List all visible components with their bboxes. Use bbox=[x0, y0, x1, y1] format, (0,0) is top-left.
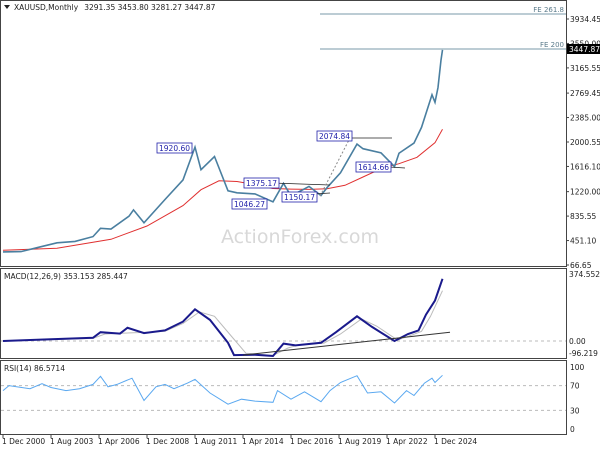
y-tick-label: 2385.00 bbox=[570, 114, 600, 123]
x-tick-label: 1 Dec 2016 bbox=[290, 437, 333, 446]
chart-title: XAUUSD,Monthly 3291.35 3453.80 3281.27 34… bbox=[14, 3, 216, 12]
watermark: ActionForex.com bbox=[221, 226, 379, 248]
rsi-line bbox=[2, 374, 443, 405]
chart-window: ActionForex.com XAUUSD,Monthly 3291.35 34… bbox=[0, 0, 600, 450]
macd-y-tick-label: 0.00 bbox=[569, 337, 586, 346]
x-tick-label: 1 Apr 2022 bbox=[386, 437, 428, 446]
y-tick-label: 3934.45 bbox=[570, 15, 600, 24]
y-tick-label: 1616.10 bbox=[570, 162, 600, 171]
price-annotation-label: 2074.84 bbox=[319, 132, 350, 141]
price-line bbox=[2, 49, 444, 253]
x-tick-label: 1 Apr 2014 bbox=[242, 437, 284, 446]
rsi-y-tick-label: 0 bbox=[570, 425, 575, 434]
rsi-title: RSI(14) 86.5714 bbox=[4, 364, 65, 373]
macd-title: MACD(12,26,9) 353.153 285.447 bbox=[4, 272, 128, 281]
y-tick-label: 66.65 bbox=[570, 261, 592, 270]
price-annotation-label: 1150.17 bbox=[284, 193, 315, 202]
x-tick-label: 1 Aug 2019 bbox=[338, 437, 381, 446]
fibonacci-level-label: FE 261.8 bbox=[533, 6, 564, 14]
x-tick-label: 1 Dec 2000 bbox=[2, 437, 45, 446]
macd-y-tick-label: 374.552 bbox=[569, 270, 600, 279]
rsi-y-tick-label: 100 bbox=[570, 363, 585, 372]
macd-line bbox=[2, 278, 444, 358]
price-annotation-label: 1375.17 bbox=[246, 179, 277, 188]
rsi-panel-frame bbox=[0, 360, 567, 435]
current-price-label: 3447.87 bbox=[569, 45, 600, 54]
x-tick-label: 1 Apr 2006 bbox=[98, 437, 140, 446]
x-tick-label: 1 Dec 2024 bbox=[434, 437, 477, 446]
y-tick-label: 3165.55 bbox=[570, 64, 600, 73]
price-annotation-label: 1046.27 bbox=[234, 200, 265, 209]
price-annotation-label: 1920.60 bbox=[159, 144, 190, 153]
collapse-triangle-icon[interactable] bbox=[4, 5, 10, 9]
x-tick-label: 1 Aug 2011 bbox=[194, 437, 237, 446]
rsi-y-tick-label: 70 bbox=[570, 382, 580, 391]
x-tick-label: 1 Aug 2003 bbox=[50, 437, 93, 446]
x-tick-label: 1 Dec 2008 bbox=[146, 437, 189, 446]
rsi-y-tick-label: 30 bbox=[570, 406, 580, 415]
macd-y-tick-label: -96.219 bbox=[569, 349, 598, 358]
chart-canvas: ActionForex.com XAUUSD,Monthly 3291.35 34… bbox=[0, 0, 600, 446]
y-tick-label: 451.10 bbox=[570, 237, 596, 246]
y-tick-label: 1220.00 bbox=[570, 188, 600, 197]
y-tick-label: 2000.55 bbox=[570, 138, 600, 147]
fibonacci-level-label: FE 200 bbox=[540, 41, 564, 49]
ohlc-values: 3291.35 3453.80 3281.27 3447.87 bbox=[84, 3, 215, 12]
symbol-label: XAUUSD,Monthly bbox=[14, 3, 79, 12]
y-tick-label: 2769.45 bbox=[570, 89, 600, 98]
price-annotation-label: 1614.66 bbox=[358, 163, 389, 172]
macd-signal-line bbox=[2, 290, 443, 356]
y-tick-label: 835.55 bbox=[570, 212, 596, 221]
macd-trendline bbox=[242, 331, 451, 356]
